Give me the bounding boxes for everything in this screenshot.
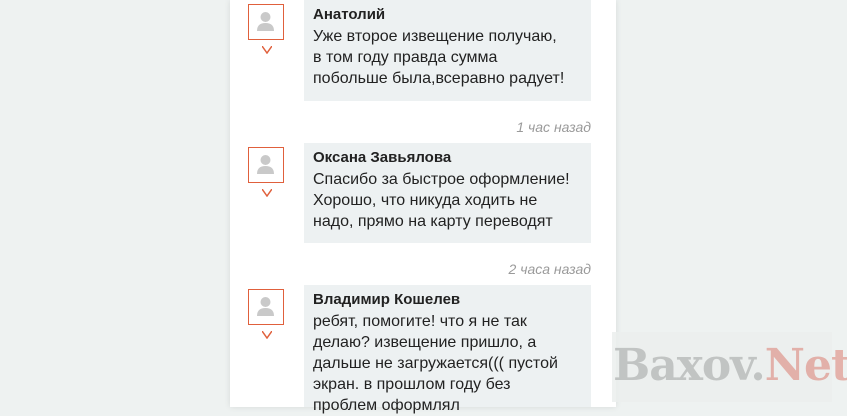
user-avatar-icon: [248, 289, 284, 339]
comment-bubble: Владимир Кошелев ребят, помогите! что я …: [304, 285, 591, 414]
comment-author: Оксана Завьялова: [313, 149, 452, 166]
comment-text: ребят, помогите! что я не так делаю? изв…: [313, 313, 558, 414]
comment-time: 2 часа назад: [508, 261, 591, 277]
comment-bubble: Анатолий Уже второе извещение получаю, в…: [304, 0, 591, 101]
comment-bubble: Оксана Завьялова Спасибо за быстрое офор…: [304, 143, 591, 243]
user-avatar-icon: [248, 4, 284, 54]
comment-text: Спасибо за быстрое оформление! Хорошо, ч…: [313, 171, 570, 230]
comment-author: Владимир Кошелев: [313, 291, 461, 308]
user-avatar-icon: [248, 147, 284, 197]
watermark-logo: Baxov.Net: [613, 340, 847, 391]
comments-panel: Анатолий Уже второе извещение получаю, в…: [230, 0, 616, 414]
comment-time: 1 час назад: [516, 119, 591, 135]
comment-text: Уже второе извещение получаю, в том году…: [313, 28, 565, 87]
comment-author: Анатолий: [313, 6, 386, 23]
